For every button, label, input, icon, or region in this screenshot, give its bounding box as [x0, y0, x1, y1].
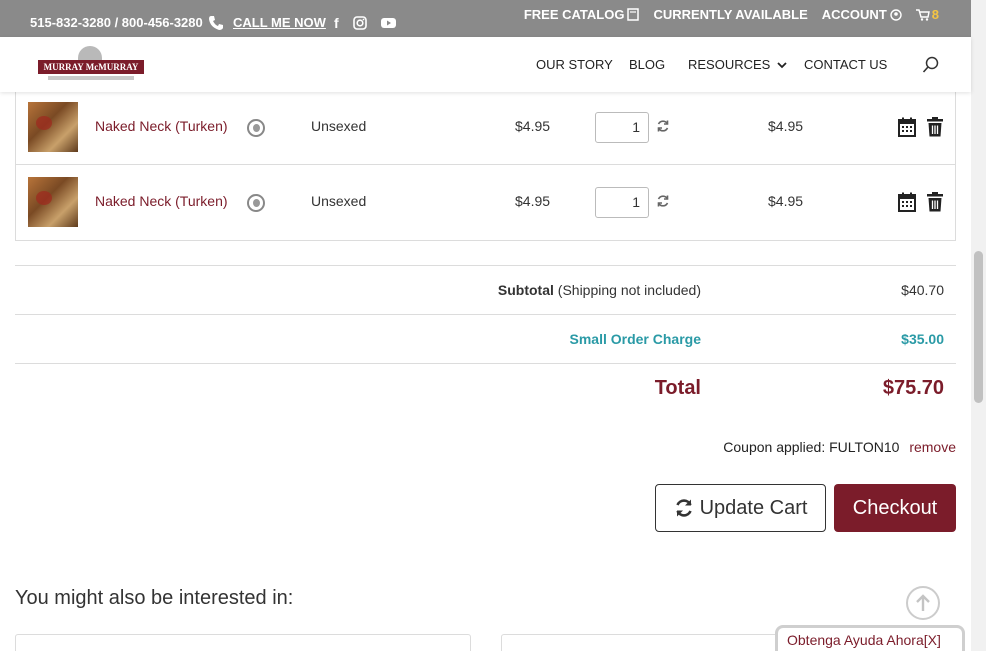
free-catalog-link[interactable]: FREE CATALOG	[524, 7, 640, 22]
small-order-charge-label: Small Order Charge	[569, 331, 702, 347]
coupon-status: Coupon applied: FULTON10 remove	[723, 439, 956, 455]
phone-numbers: 515-832-3280 / 800-456-3280	[30, 15, 203, 30]
nav-our-story[interactable]: OUR STORY	[536, 37, 613, 92]
free-catalog-label: FREE CATALOG	[523, 7, 625, 22]
refresh-icon[interactable]	[656, 119, 670, 136]
quantity-input[interactable]: 1	[595, 112, 649, 143]
chevron-down-icon	[777, 61, 787, 68]
update-cart-button[interactable]: Update Cart	[655, 484, 826, 532]
product-sex: Unsexed	[311, 193, 367, 209]
subtotal-label: Subtotal (Shipping not included)	[498, 282, 701, 298]
nav-contact-label: CONTACT US	[804, 57, 888, 72]
refresh-icon[interactable]	[656, 194, 670, 211]
currently-available-link[interactable]: CURRENTLY AVAILABLE	[653, 7, 807, 22]
account-link[interactable]: ACCOUNT	[822, 7, 902, 22]
product-info-icon[interactable]	[247, 119, 265, 137]
instagram-icon[interactable]	[352, 15, 367, 30]
search-button[interactable]	[922, 37, 940, 92]
logo-subline	[48, 76, 134, 80]
nav-contact-us[interactable]: CONTACT US	[804, 37, 887, 92]
nav-resources-label: RESOURCES	[688, 57, 771, 72]
logo-text: MURRAY McMURRAY	[38, 60, 144, 74]
nav-blog[interactable]: BLOG	[629, 37, 665, 92]
line-total: $4.95	[768, 118, 804, 134]
related-products-heading: You might also be interested in:	[15, 587, 294, 609]
phone-icon	[208, 15, 223, 30]
phone-contact[interactable]: 515-832-3280 / 800-456-3280	[30, 4, 225, 41]
line-total: $4.95	[768, 193, 804, 209]
product-info-icon[interactable]	[247, 194, 265, 212]
product-sex: Unsexed	[311, 118, 367, 134]
user-icon	[890, 8, 902, 21]
scrollbar-thumb[interactable]	[974, 251, 983, 403]
cart-items-table: Naked Neck (Turken) Unsexed $4.95 1 $4.9…	[15, 90, 956, 241]
product-thumbnail[interactable]	[28, 102, 78, 152]
site-logo[interactable]: MURRAY McMURRAY	[38, 46, 144, 82]
top-bar: 515-832-3280 / 800-456-3280 CALL ME NOW …	[0, 0, 971, 37]
related-product-card[interactable]	[15, 634, 471, 651]
subtotal-value: $40.70	[901, 282, 944, 298]
social-links: f	[334, 4, 396, 41]
calendar-icon[interactable]	[898, 117, 916, 142]
page-scrollbar[interactable]	[971, 0, 986, 651]
product-price: $4.95	[515, 193, 551, 209]
product-name-link[interactable]: Naked Neck (Turken)	[95, 118, 228, 134]
trash-icon[interactable]	[926, 192, 944, 217]
checkout-label: Checkout	[852, 496, 938, 519]
calendar-icon[interactable]	[898, 192, 916, 217]
cart-row: Naked Neck (Turken) Unsexed $4.95 1 $4.9…	[16, 165, 955, 240]
update-cart-label: Update Cart	[699, 496, 808, 519]
total-value: $75.70	[882, 377, 944, 399]
top-right-links: FREE CATALOG CURRENTLY AVAILABLE ACCOUNT…	[524, 0, 939, 33]
subtotal-title: Subtotal	[497, 282, 554, 298]
coupon-text: Coupon applied: FULTON10	[723, 439, 900, 455]
cart-row: Naked Neck (Turken) Unsexed $4.95 1 $4.9…	[16, 90, 955, 165]
page: 515-832-3280 / 800-456-3280 CALL ME NOW …	[0, 0, 986, 651]
subtotal-row: Subtotal (Shipping not included) $40.70	[15, 265, 956, 314]
cart-icon	[915, 8, 930, 21]
arrow-up-icon	[916, 594, 930, 611]
call-me-now-link[interactable]: CALL ME NOW	[233, 4, 326, 41]
coupon-remove-link[interactable]: remove	[909, 439, 956, 455]
facebook-icon[interactable]: f	[334, 15, 339, 31]
nav-blog-label: BLOG	[629, 57, 666, 72]
cart-link[interactable]: 8	[915, 7, 939, 22]
catalog-icon	[627, 8, 640, 21]
checkout-button[interactable]: Checkout	[834, 484, 956, 532]
small-order-charge-value: $35.00	[901, 331, 944, 347]
product-price: $4.95	[515, 118, 551, 134]
product-thumbnail[interactable]	[28, 177, 78, 227]
subtotal-note: (Shipping not included)	[557, 282, 701, 298]
help-chat-widget[interactable]: Obtenga Ayuda Ahora[X]	[775, 625, 965, 651]
account-label: ACCOUNT	[821, 7, 887, 22]
total-row: Total $75.70	[15, 363, 956, 413]
nav-resources[interactable]: RESOURCES	[688, 37, 787, 92]
scroll-to-top-button[interactable]	[906, 586, 940, 620]
search-icon	[922, 56, 939, 73]
product-name-link[interactable]: Naked Neck (Turken)	[95, 193, 228, 209]
related-product-card[interactable]	[501, 634, 791, 651]
cart-count-badge: 8	[931, 7, 939, 22]
nav-our-story-label: OUR STORY	[536, 57, 613, 72]
site-header: MURRAY McMURRAY OUR STORY BLOG RESOURCES…	[0, 37, 971, 92]
total-label: Total	[654, 377, 701, 399]
trash-icon[interactable]	[926, 117, 944, 142]
refresh-icon	[675, 499, 692, 517]
small-order-charge-row: Small Order Charge $35.00	[15, 314, 956, 363]
quantity-input[interactable]: 1	[595, 187, 649, 218]
youtube-icon[interactable]	[380, 17, 396, 29]
